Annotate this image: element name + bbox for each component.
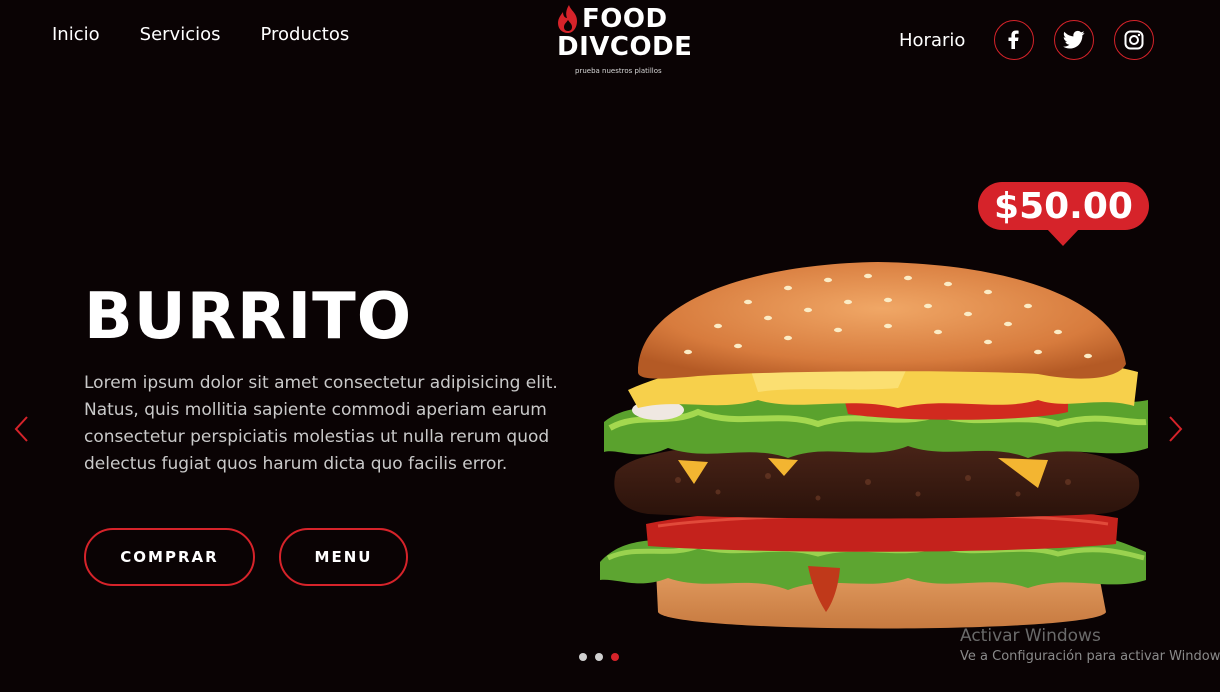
logo-tagline: prueba nuestros platillos xyxy=(575,67,662,75)
twitter-button[interactable] xyxy=(1054,20,1095,60)
nav-link-horario[interactable]: Horario xyxy=(899,30,965,51)
burger-image xyxy=(600,262,1148,629)
comprar-button[interactable]: COMPRAR xyxy=(84,528,255,586)
brand-logo[interactable]: FOOD DIVCODE prueba nuestros platillos xyxy=(556,4,696,80)
instagram-button[interactable] xyxy=(1114,20,1155,60)
main-nav: Inicio Servicios Productos xyxy=(52,24,349,45)
price-badge: $50.00 xyxy=(978,182,1149,230)
nav-link-productos[interactable]: Productos xyxy=(260,24,349,45)
instagram-icon xyxy=(1124,30,1144,50)
flame-icon xyxy=(558,5,577,33)
menu-button[interactable]: MENU xyxy=(279,528,408,586)
price-badge-tail xyxy=(1046,228,1080,246)
facebook-icon xyxy=(1008,30,1020,49)
facebook-button[interactable] xyxy=(994,20,1035,60)
logo-text-divcode: DIVCODE xyxy=(557,32,693,62)
windows-activation-watermark: Activar Windows Ve a Configuración para … xyxy=(960,626,1220,664)
carousel-dot-1[interactable] xyxy=(579,653,587,661)
carousel-dot-3[interactable] xyxy=(611,653,619,661)
nav-link-inicio[interactable]: Inicio xyxy=(52,24,100,45)
twitter-icon xyxy=(1063,30,1085,49)
carousel-indicators xyxy=(579,653,619,661)
hero-description: Lorem ipsum dolor sit amet consectetur a… xyxy=(84,373,558,474)
carousel-dot-2[interactable] xyxy=(595,653,603,661)
watermark-title: Activar Windows xyxy=(960,626,1101,646)
nav-link-servicios[interactable]: Servicios xyxy=(140,24,221,45)
logo-text-food: FOOD xyxy=(582,4,668,34)
carousel-prev-arrow-icon[interactable] xyxy=(12,414,32,444)
carousel-next-arrow-icon[interactable] xyxy=(1165,414,1185,444)
hero-title: BURRITO xyxy=(84,280,413,354)
landing-page: Inicio Servicios Productos FOOD DIVCODE … xyxy=(0,0,1220,692)
nav-right: Horario xyxy=(899,20,1155,60)
watermark-subtitle: Ve a Configuración para activar Windows. xyxy=(960,649,1220,664)
